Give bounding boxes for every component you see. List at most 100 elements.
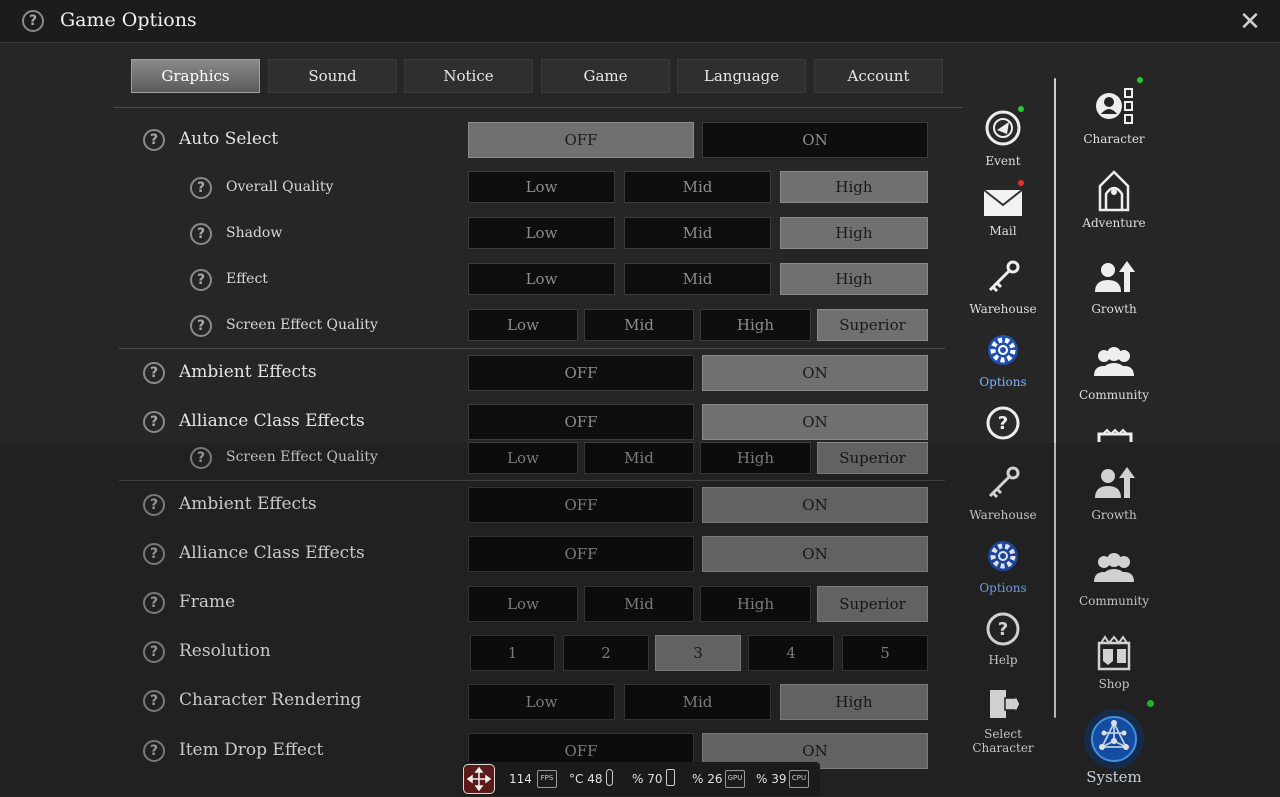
overall-quality-high-button[interactable]: High — [780, 171, 928, 203]
help-icon[interactable]: ? — [143, 411, 165, 433]
effect-low-button[interactable]: Low — [468, 263, 615, 295]
screen-effect-mid-button[interactable]: Mid — [584, 309, 694, 341]
notification-dot — [1018, 106, 1024, 112]
question-icon: ? — [986, 406, 1020, 440]
help-icon[interactable]: ? — [190, 269, 212, 291]
alliance-class-effects-off-button[interactable]: OFF — [468, 404, 694, 440]
auto-select-on-button[interactable]: ON — [702, 122, 928, 158]
help-icon[interactable]: ? — [22, 10, 44, 32]
shop-icon — [1097, 635, 1131, 671]
system-label: System — [1086, 768, 1142, 786]
shadow-mid-button[interactable]: Mid — [624, 217, 771, 249]
overall-quality-mid-button[interactable]: Mid — [624, 171, 771, 203]
alliance-class-effects-on-button[interactable]: ON — [702, 404, 928, 440]
help-icon[interactable]: ? — [143, 592, 165, 614]
growth-button[interactable]: Growth — [1064, 256, 1164, 316]
resolution-2-button[interactable]: 2 — [563, 635, 649, 671]
screen-effect-mid-button[interactable]: Mid — [584, 442, 694, 474]
help-label: Help — [988, 653, 1018, 667]
adventure-label: Adventure — [1082, 216, 1146, 230]
screen-effect-superior-button[interactable]: Superior — [817, 309, 928, 341]
shadow-high-button[interactable]: High — [780, 217, 928, 249]
cpu-value: % 39 — [756, 772, 787, 786]
select-character-button[interactable]: Select Character — [953, 687, 1053, 755]
help-icon[interactable]: ? — [143, 362, 165, 384]
community-button[interactable]: Community — [1064, 342, 1164, 402]
help-icon[interactable]: ? — [143, 543, 165, 565]
frame-low-button[interactable]: Low — [468, 586, 578, 622]
resolution-3-button[interactable]: 3 — [655, 635, 741, 671]
item-drop-effect-label: Item Drop Effect — [179, 740, 324, 760]
community-label: Community — [1078, 388, 1150, 402]
help-icon[interactable]: ? — [190, 223, 212, 245]
shadow-low-button[interactable]: Low — [468, 217, 615, 249]
help-icon[interactable]: ? — [143, 740, 165, 762]
character-rendering-mid-button[interactable]: Mid — [624, 684, 771, 720]
warehouse-button[interactable]: Warehouse — [953, 464, 1053, 522]
character-icon — [1096, 88, 1133, 124]
frame-mid-button[interactable]: Mid — [584, 586, 694, 622]
frame-high-button[interactable]: High — [700, 586, 811, 622]
character-rendering-high-button[interactable]: High — [780, 684, 928, 720]
resolution-1-button[interactable]: 1 — [470, 635, 555, 671]
tab-game[interactable]: Game — [541, 59, 670, 93]
system-button[interactable] — [1064, 707, 1164, 775]
help-button[interactable]: ? — [953, 405, 1053, 445]
character-rendering-low-button[interactable]: Low — [468, 684, 615, 720]
help-icon[interactable]: ? — [190, 447, 212, 469]
screen-effect-high-button[interactable]: High — [700, 442, 811, 474]
close-icon[interactable]: ✕ — [1236, 8, 1264, 36]
overall-quality-low-button[interactable]: Low — [468, 171, 615, 203]
help-icon[interactable]: ? — [190, 177, 212, 199]
tab-account[interactable]: Account — [814, 59, 943, 93]
ambient-effects-on-button[interactable]: ON — [702, 355, 928, 391]
effect-high-button[interactable]: High — [780, 263, 928, 295]
growth-icon — [1095, 261, 1135, 292]
tab-language[interactable]: Language — [677, 59, 806, 93]
resolution-4-button[interactable]: 4 — [748, 635, 834, 671]
adventure-button[interactable]: Adventure — [1064, 170, 1164, 230]
effect-mid-button[interactable]: Mid — [624, 263, 771, 295]
help-icon[interactable]: ? — [143, 129, 165, 151]
community-icon — [1094, 347, 1134, 376]
help-icon[interactable]: ? — [143, 690, 165, 712]
options-button[interactable]: Options — [953, 537, 1053, 595]
gpu-icon: GPU — [725, 770, 745, 788]
menu-divider — [1054, 78, 1056, 718]
battery-value: % 70 — [632, 772, 663, 786]
help-icon[interactable]: ? — [143, 641, 165, 663]
event-label: Event — [985, 154, 1021, 168]
help-icon[interactable]: ? — [190, 315, 212, 337]
alliance-class-effects-on-button[interactable]: ON — [702, 536, 928, 572]
alliance-class-effects-label: Alliance Class Effects — [179, 411, 365, 431]
ambient-effects-off-button[interactable]: OFF — [468, 487, 694, 523]
screen-effect-low-button[interactable]: Low — [468, 309, 578, 341]
screen-effect-superior-button[interactable]: Superior — [817, 442, 928, 474]
mail-button[interactable] — [953, 184, 1053, 226]
growth-button[interactable]: Growth — [1064, 462, 1164, 522]
tab-sound[interactable]: Sound — [268, 59, 397, 93]
tab-notice[interactable]: Notice — [404, 59, 533, 93]
screen-effect-high-button[interactable]: High — [700, 309, 811, 341]
event-button[interactable]: Event — [953, 108, 1053, 168]
shop-button[interactable]: Shop — [1064, 633, 1164, 691]
ambient-effects-off-button[interactable]: OFF — [468, 355, 694, 391]
mail-icon — [983, 189, 1023, 216]
alliance-class-effects-off-button[interactable]: OFF — [468, 536, 694, 572]
frame-superior-button[interactable]: Superior — [817, 586, 928, 622]
alliance-class-effects-label: Alliance Class Effects — [179, 543, 365, 563]
warehouse-button[interactable]: Warehouse — [953, 258, 1053, 316]
character-rendering-label: Character Rendering — [179, 690, 362, 710]
tab-graphics[interactable]: Graphics — [131, 59, 260, 93]
move-handle[interactable] — [463, 764, 495, 794]
resolution-5-button[interactable]: 5 — [842, 635, 928, 671]
help-button[interactable]: ? Help — [953, 611, 1053, 667]
help-icon[interactable]: ? — [143, 494, 165, 516]
ambient-effects-on-button[interactable]: ON — [702, 487, 928, 523]
screen-effect-low-button[interactable]: Low — [468, 442, 578, 474]
community-button[interactable]: Community — [1064, 548, 1164, 608]
character-button[interactable]: Character — [1064, 86, 1164, 146]
auto-select-off-button[interactable]: OFF — [468, 122, 694, 158]
warehouse-label: Warehouse — [969, 302, 1037, 316]
options-button[interactable]: Options — [953, 331, 1053, 389]
